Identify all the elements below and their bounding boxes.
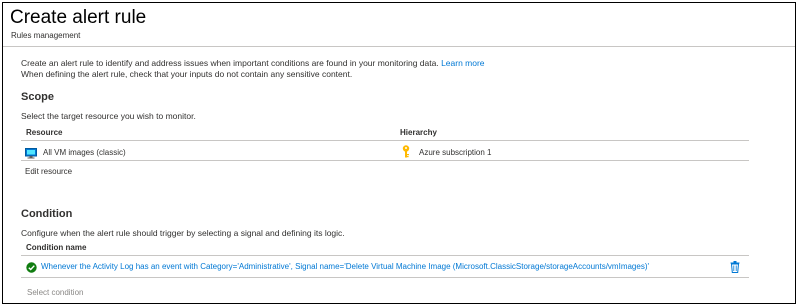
header-divider <box>3 46 795 47</box>
edit-resource-link[interactable]: Edit resource <box>25 167 72 176</box>
select-condition-button[interactable]: Select condition <box>27 288 83 297</box>
intro-line-2: When defining the alert rule, check that… <box>21 69 353 79</box>
trash-icon[interactable] <box>730 260 740 278</box>
condition-row-rule <box>21 277 749 278</box>
check-circle-icon <box>26 260 37 278</box>
condition-description: Configure when the alert rule should tri… <box>21 228 345 238</box>
scope-heading: Scope <box>21 91 55 103</box>
scope-table-header-rule <box>21 140 749 141</box>
column-resource: Resource <box>26 128 63 137</box>
page-subtitle: Rules management <box>11 31 81 40</box>
resource-name: All VM images (classic) <box>43 148 126 157</box>
condition-heading: Condition <box>21 208 73 220</box>
vm-image-icon <box>25 146 37 164</box>
hierarchy-name: Azure subscription 1 <box>419 148 492 157</box>
column-condition-name: Condition name <box>26 243 87 252</box>
column-hierarchy: Hierarchy <box>400 128 437 137</box>
alert-rule-panel: Create alert rule Rules management Creat… <box>2 2 796 304</box>
condition-link[interactable]: Whenever the Activity Log has an event w… <box>41 262 649 271</box>
condition-table-header-rule <box>21 255 749 256</box>
scope-row-rule <box>21 160 749 161</box>
page-title: Create alert rule <box>10 7 147 28</box>
intro-line-1: Create an alert rule to identify and add… <box>21 58 485 68</box>
scope-description: Select the target resource you wish to m… <box>21 111 196 121</box>
intro-text: Create an alert rule to identify and add… <box>21 58 439 68</box>
learn-more-link[interactable]: Learn more <box>441 58 484 68</box>
